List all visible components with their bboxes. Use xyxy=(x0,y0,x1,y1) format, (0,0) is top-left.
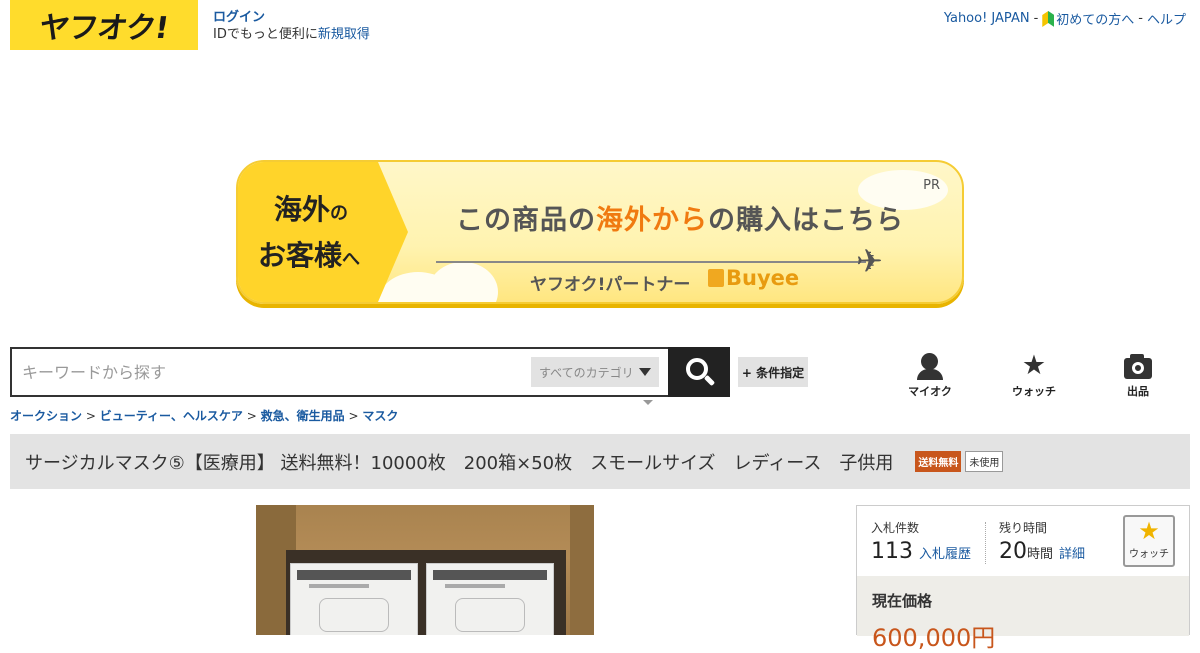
time-left-block: 残り時間 20時間 詳細 xyxy=(999,519,1085,564)
camera-icon xyxy=(1108,353,1168,379)
buyee-brand-text: Buyee xyxy=(726,266,800,290)
banner-left-line1-suffix: の xyxy=(330,203,349,224)
star-icon: ★ xyxy=(1021,350,1047,381)
beginner-mark-icon xyxy=(1042,11,1055,27)
price-label: 現在価格 xyxy=(872,592,933,610)
banner-partner-text: ヤフオク!パートナー xyxy=(530,275,691,295)
sell-button[interactable]: 出品 xyxy=(1108,353,1168,399)
signup-link[interactable]: 新規取得 xyxy=(318,27,370,42)
condition-badge: 未使用 xyxy=(965,451,1004,472)
airplane-icon: ✈ xyxy=(856,242,883,280)
banner-headline-pre: この商品の xyxy=(456,205,596,236)
beginners-link-label: 初めての方へ xyxy=(1056,13,1135,28)
bid-panel: 入札件数 113 入札履歴 残り時間 20時間 詳細 ★ ウォッチ 現在価格 600… xyxy=(856,505,1190,652)
price-value: 600,000円 xyxy=(872,624,996,652)
dropdown-arrow-icon xyxy=(639,368,651,376)
logo-text: ヤフオク! xyxy=(37,11,171,46)
star-icon: ★ xyxy=(1138,517,1160,545)
watch-list-label: ウォッチ xyxy=(1012,385,1056,398)
time-left-value: 20 xyxy=(999,539,1027,564)
bid-history-link[interactable]: 入札履歴 xyxy=(919,547,971,562)
beginners-link[interactable]: 初めての方へ xyxy=(1042,9,1134,28)
divider xyxy=(985,522,986,564)
breadcrumb-auction[interactable]: オークション xyxy=(10,409,82,423)
product-image[interactable] xyxy=(256,505,594,635)
banner-left-line1: 海外 xyxy=(274,193,331,226)
item-title-bar: サージカルマスク⑤【医療用】 送料無料！10000枚 200箱×50枚 スモール… xyxy=(10,434,1190,489)
my-auction-button[interactable]: マイオク xyxy=(900,353,960,399)
breadcrumb: オークション > ビューティー、ヘルスケア > 救急、衛生用品 > マスク xyxy=(10,407,398,424)
banner-headline-highlight: 海外から xyxy=(596,205,708,236)
banner-left-line2-suffix: へ xyxy=(342,249,361,270)
pr-label: PR xyxy=(923,178,940,193)
breadcrumb-beauty[interactable]: ビューティー、ヘルスケア xyxy=(100,409,243,423)
banner-divider xyxy=(436,261,866,263)
yahoo-japan-link[interactable]: Yahoo! JAPAN xyxy=(944,11,1030,26)
my-auction-label: マイオク xyxy=(908,385,952,398)
id-promo-text: IDでもっと便利に xyxy=(213,27,318,42)
banner-left-panel: 海外の お客様へ xyxy=(238,162,408,302)
person-icon xyxy=(900,353,960,380)
breadcrumb-sep: > xyxy=(85,409,96,423)
category-select[interactable]: すべてのカテゴリ xyxy=(531,357,659,387)
bid-count-value: 113 xyxy=(871,539,913,564)
login-block: ログイン IDでもっと便利に新規取得 xyxy=(213,9,370,43)
category-select-value: すべてのカテゴリ xyxy=(539,365,634,380)
separator: - xyxy=(1033,11,1039,26)
separator: - xyxy=(1138,11,1143,26)
watch-button-label: ウォッチ xyxy=(1129,549,1169,560)
breadcrumb-first-aid[interactable]: 救急、衛生用品 xyxy=(261,409,345,423)
time-left-label: 残り時間 xyxy=(999,521,1048,535)
yahoo-auction-logo[interactable]: ヤフオク! xyxy=(10,0,198,50)
item-title: サージカルマスク⑤【医療用】 送料無料！10000枚 200箱×50枚 スモール… xyxy=(25,452,894,474)
banner-left-line2: お客様 xyxy=(258,239,343,272)
sell-label: 出品 xyxy=(1127,385,1149,398)
free-shipping-badge: 送料無料 xyxy=(915,451,962,472)
detail-link[interactable]: 詳細 xyxy=(1059,547,1085,562)
bid-count-block: 入札件数 113 入札履歴 xyxy=(871,519,971,564)
condition-button[interactable]: + 条件指定 xyxy=(738,357,808,387)
shopping-bag-icon xyxy=(708,269,724,287)
expand-arrow-icon[interactable] xyxy=(643,400,653,405)
buyee-logo: Buyee xyxy=(708,266,799,290)
help-link[interactable]: ヘルプ xyxy=(1147,9,1186,28)
price-area: 現在価格 600,000円 xyxy=(857,576,1189,652)
breadcrumb-sep: > xyxy=(348,409,359,423)
search-input[interactable] xyxy=(22,349,522,395)
search-bar: すべてのカテゴリ xyxy=(10,347,730,397)
buyee-banner[interactable]: 海外の お客様へ この商品の海外からの購入はこちら ✈ ヤフオク!パートナー B… xyxy=(236,160,964,304)
bid-count-label: 入札件数 xyxy=(871,521,920,535)
watch-button[interactable]: ★ ウォッチ xyxy=(1123,515,1175,567)
banner-headline-post: の購入はこちら xyxy=(708,205,904,236)
breadcrumb-sep: > xyxy=(246,409,257,423)
login-link[interactable]: ログイン xyxy=(213,10,265,25)
top-links: Yahoo! JAPAN - 初めての方へ - ヘルプ xyxy=(944,9,1186,28)
watch-list-button[interactable]: ★ ウォッチ xyxy=(1004,350,1064,399)
time-left-unit: 時間 xyxy=(1027,547,1054,562)
banner-headline: この商品の海外からの購入はこちら xyxy=(456,198,904,237)
search-button[interactable] xyxy=(668,347,730,397)
breadcrumb-mask[interactable]: マスク xyxy=(362,409,398,423)
